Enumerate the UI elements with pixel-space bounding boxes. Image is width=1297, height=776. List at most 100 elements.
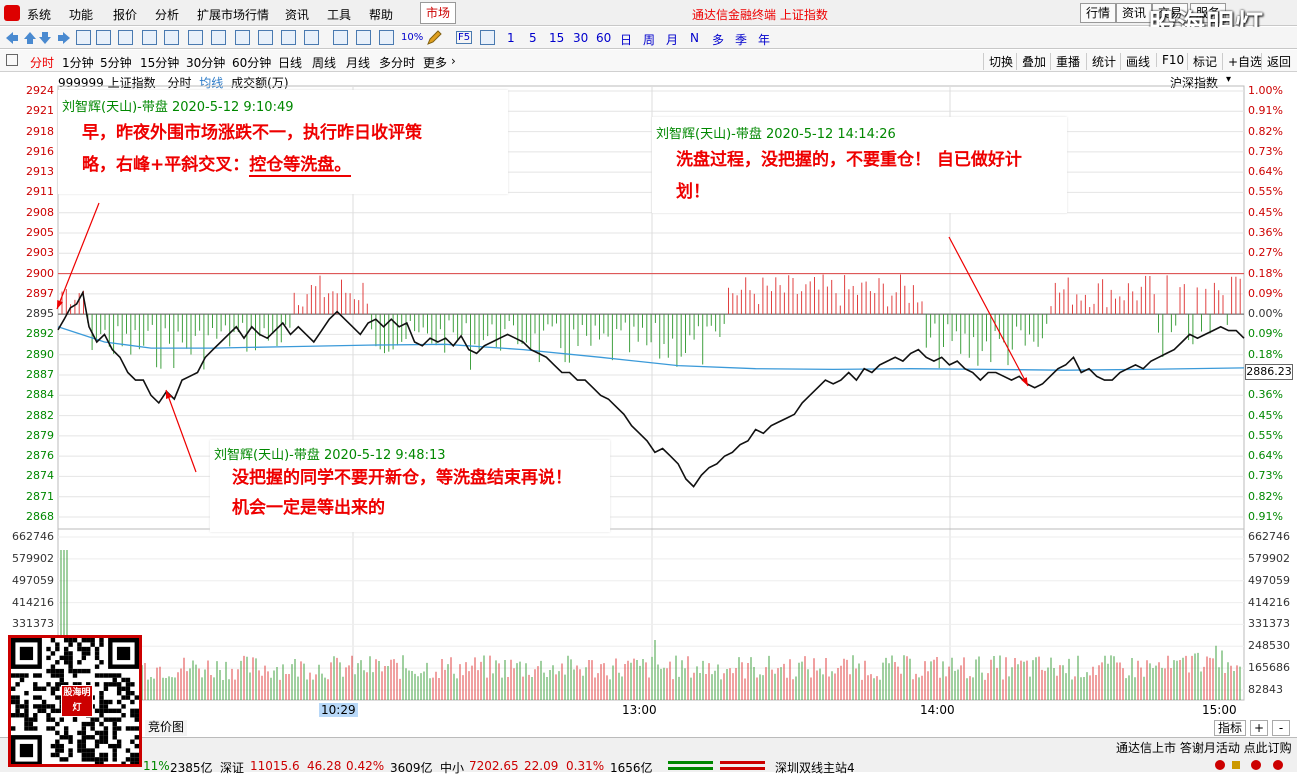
zoom-out-button[interactable]: - bbox=[1272, 720, 1290, 736]
mark-button[interactable]: 标记 bbox=[1187, 53, 1217, 70]
menu-system[interactable]: 系统 bbox=[27, 6, 51, 23]
comment-header: 刘智辉(天山)-带盘 2020-5-12 9:10:49 bbox=[62, 100, 294, 115]
menu-extended-market[interactable]: 扩展市场行情 bbox=[197, 6, 269, 23]
wave-icon[interactable] bbox=[333, 30, 348, 45]
menu-bar: 系统 功能 报价 分析 扩展市场行情 资讯 工具 帮助 市场 通达信金融终端 上… bbox=[0, 0, 1297, 41]
news-button[interactable]: 资讯 bbox=[1116, 3, 1153, 23]
qr-module bbox=[72, 638, 78, 643]
switch-button[interactable]: 切换 bbox=[983, 53, 1013, 70]
menu-function[interactable]: 功能 bbox=[69, 6, 93, 23]
qr-module bbox=[24, 704, 29, 709]
qr-module bbox=[112, 735, 117, 740]
bars-icon[interactable] bbox=[379, 30, 394, 45]
period-season-button[interactable]: 季 bbox=[735, 31, 747, 48]
zoom-in-button[interactable]: + bbox=[1250, 720, 1268, 736]
qr-module bbox=[112, 726, 117, 731]
gear-icon[interactable] bbox=[304, 30, 319, 45]
qr-module bbox=[94, 651, 100, 656]
comment-header: 刘智辉(天山)-带盘 2020-5-12 9:48:13 bbox=[214, 448, 446, 463]
period-15-button[interactable]: 15 bbox=[549, 31, 564, 45]
qr-module bbox=[130, 690, 135, 696]
refresh-icon[interactable] bbox=[480, 30, 495, 45]
stats-button[interactable]: 统计 bbox=[1086, 53, 1116, 70]
comment-line: 没把握的同学不要开新仓，等洗盘结束再说！ bbox=[232, 468, 572, 488]
qr-module bbox=[134, 743, 139, 749]
period-15min[interactable]: 15分钟 bbox=[140, 54, 179, 71]
menu-tools[interactable]: 工具 bbox=[327, 6, 351, 23]
quote-button[interactable]: 行情 bbox=[1080, 3, 1117, 23]
overlay-button[interactable]: 叠加 bbox=[1016, 53, 1046, 70]
time-label-1500: 15:00 bbox=[1202, 703, 1237, 717]
period-1-button[interactable]: 1 bbox=[507, 31, 515, 45]
qr-module bbox=[81, 735, 87, 740]
fz-icon[interactable] bbox=[258, 30, 273, 45]
period-30-button[interactable]: 30 bbox=[573, 31, 588, 45]
replay-button[interactable]: 重播 bbox=[1050, 53, 1080, 70]
auction-tab[interactable]: 竞价图 bbox=[145, 720, 187, 736]
period-multi-intraday[interactable]: 多分时 bbox=[379, 54, 415, 71]
qr-module bbox=[81, 748, 87, 753]
qr-module bbox=[50, 743, 56, 749]
server-name[interactable]: 深圳双线主站4 bbox=[775, 759, 855, 776]
menu-news[interactable]: 资讯 bbox=[285, 6, 309, 23]
doc-icon[interactable] bbox=[235, 30, 250, 45]
menu-quote[interactable]: 报价 bbox=[113, 6, 137, 23]
qr-module bbox=[116, 743, 122, 749]
period-weekly[interactable]: 周线 bbox=[312, 54, 336, 71]
qr-module bbox=[50, 752, 56, 758]
qr-module bbox=[24, 713, 29, 718]
line-chart-icon[interactable] bbox=[118, 30, 133, 45]
qr-module bbox=[99, 638, 104, 643]
qr-module bbox=[86, 651, 91, 656]
grid-icon[interactable] bbox=[96, 30, 111, 45]
list-icon[interactable] bbox=[164, 30, 179, 45]
period-day-button[interactable]: 日 bbox=[620, 31, 632, 48]
promo-ticker[interactable]: 通达信上市 答谢月活动 点此订购 bbox=[1116, 739, 1292, 756]
qr-module bbox=[55, 642, 60, 647]
back-button[interactable]: 返回 bbox=[1261, 53, 1291, 70]
period-monthly[interactable]: 月线 bbox=[346, 54, 370, 71]
qr-module bbox=[81, 668, 87, 674]
f5-button[interactable]: F5 bbox=[456, 31, 473, 44]
qr-module bbox=[77, 739, 82, 744]
chevron-right-icon[interactable]: › bbox=[451, 54, 456, 68]
period-1min[interactable]: 1分钟 bbox=[62, 54, 94, 71]
period-30min[interactable]: 30分钟 bbox=[186, 54, 225, 71]
f10-button[interactable]: F10 bbox=[1156, 53, 1184, 67]
candle-icon[interactable] bbox=[142, 30, 157, 45]
period-5-button[interactable]: 5 bbox=[529, 31, 537, 45]
qr-module bbox=[81, 638, 87, 643]
period-multi-button[interactable]: 多 bbox=[712, 31, 724, 48]
indicator-tab[interactable]: 指标 bbox=[1214, 720, 1246, 736]
menu-help[interactable]: 帮助 bbox=[369, 6, 393, 23]
qr-finder-core bbox=[116, 646, 131, 661]
qr-module bbox=[94, 757, 100, 762]
menu-analysis[interactable]: 分析 bbox=[155, 6, 179, 23]
pencil-icon[interactable] bbox=[426, 30, 442, 46]
chart-f-icon[interactable] bbox=[211, 30, 226, 45]
percent-10-button[interactable]: 10% bbox=[401, 32, 423, 43]
period-5min[interactable]: 5分钟 bbox=[100, 54, 132, 71]
period-daily[interactable]: 日线 bbox=[278, 54, 302, 71]
period-60-button[interactable]: 60 bbox=[596, 31, 611, 45]
annotation-arrow bbox=[165, 389, 197, 473]
app-logo-icon[interactable] bbox=[4, 5, 20, 21]
period-year-button[interactable]: 年 bbox=[758, 31, 770, 48]
draw-line-button[interactable]: 画线 bbox=[1120, 53, 1150, 70]
period-intraday[interactable]: 分时 bbox=[30, 54, 54, 71]
period-week-button[interactable]: 周 bbox=[643, 31, 655, 48]
navigation-arrows-icon[interactable] bbox=[4, 30, 74, 46]
fin-icon[interactable] bbox=[188, 30, 203, 45]
qr-module bbox=[125, 686, 131, 691]
report-icon[interactable] bbox=[76, 30, 91, 45]
add-watchlist-button[interactable]: +自选 bbox=[1222, 53, 1262, 70]
fx-icon[interactable] bbox=[281, 30, 296, 45]
qr-module bbox=[24, 721, 29, 727]
period-60min[interactable]: 60分钟 bbox=[232, 54, 271, 71]
market-tab[interactable]: 市场 bbox=[420, 2, 456, 24]
period-n-button[interactable]: N bbox=[690, 31, 699, 45]
panel-toggle-icon[interactable] bbox=[6, 54, 18, 66]
period-more[interactable]: 更多 bbox=[423, 54, 447, 71]
period-month-button[interactable]: 月 bbox=[666, 31, 678, 48]
mountain-icon[interactable] bbox=[356, 30, 371, 45]
